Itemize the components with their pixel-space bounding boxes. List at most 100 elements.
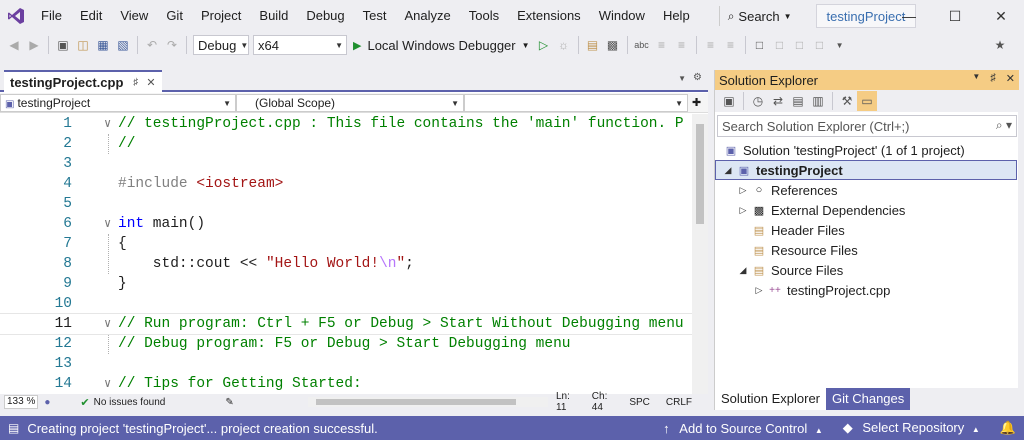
search-button[interactable]: ⌕ Search ▼: [711, 4, 800, 28]
pin-icon[interactable]: ♯: [133, 77, 138, 88]
close-icon[interactable]: ✕: [1006, 72, 1015, 85]
menu-test[interactable]: Test: [354, 0, 396, 32]
code-line[interactable]: 4 #include <iostream>: [0, 174, 692, 194]
menu-project[interactable]: Project: [192, 0, 250, 32]
redo-icon[interactable]: ↷: [162, 35, 182, 55]
code-line[interactable]: 14 ∨ // Tips for Getting Started:: [0, 374, 692, 394]
live-share-icon[interactable]: ★: [990, 35, 1010, 55]
menu-edit[interactable]: Edit: [71, 0, 111, 32]
tab-git-changes[interactable]: Git Changes: [826, 388, 911, 410]
collapse-all-icon[interactable]: ▤: [788, 91, 808, 111]
line-ending[interactable]: CRLF: [666, 397, 692, 408]
copilot-icon[interactable]: ●: [44, 397, 50, 408]
undo-icon[interactable]: ↶: [142, 35, 162, 55]
spellcheck-icon[interactable]: abc: [632, 35, 652, 55]
code-line[interactable]: 1 ∨ // testingProject.cpp : This file cont…: [0, 114, 692, 134]
zoom-level[interactable]: 133 %: [4, 395, 39, 409]
forward-icon[interactable]: ▶: [24, 35, 44, 55]
save-icon[interactable]: ▦: [93, 35, 113, 55]
prev-bookmark-icon[interactable]: □: [770, 35, 790, 55]
save-all-icon[interactable]: ▧: [113, 35, 133, 55]
notifications-icon[interactable]: 🔔: [1000, 420, 1016, 436]
menu-file[interactable]: File: [32, 0, 71, 32]
tree-item-solution[interactable]: ▣ Solution 'testingProject' (1 of 1 proj…: [715, 140, 1017, 160]
sync-icon[interactable]: ⇄: [768, 91, 788, 111]
project-select[interactable]: ▣ testingProject ▼: [0, 94, 236, 112]
code-line[interactable]: 8 std::cout << "Hello World!\n";: [0, 254, 692, 274]
tree-item-source-files[interactable]: ◢ ▤ Source Files: [715, 260, 1017, 280]
start-without-debugging-icon[interactable]: ▷: [534, 35, 554, 55]
menu-build[interactable]: Build: [250, 0, 297, 32]
switch-views-icon[interactable]: ▣: [719, 91, 739, 111]
issues-label[interactable]: No issues found: [94, 397, 166, 408]
code-line[interactable]: 7{: [0, 234, 692, 254]
select-repository-button[interactable]: ◆ Select Repository ▲: [843, 420, 980, 436]
expanded-icon[interactable]: ◢: [737, 265, 749, 276]
gear-icon[interactable]: ⚙: [693, 72, 702, 83]
clear-bookmarks-icon[interactable]: □: [810, 35, 830, 55]
properties-icon[interactable]: ⚒: [837, 91, 857, 111]
scrollbar-thumb[interactable]: [696, 124, 704, 224]
chevron-down-icon[interactable]: ▼: [678, 74, 686, 83]
scrollbar-thumb[interactable]: [316, 399, 516, 405]
menu-debug[interactable]: Debug: [297, 0, 353, 32]
add-to-source-control-button[interactable]: ↑ Add to Source Control ▲: [663, 421, 823, 436]
layout-icon[interactable]: ▩: [603, 35, 623, 55]
code-line[interactable]: 13: [0, 354, 692, 374]
outdent-icon[interactable]: ≡: [721, 35, 741, 55]
minimize-button[interactable]: —: [886, 0, 932, 32]
solution-search-input[interactable]: Search Solution Explorer (Ctrl+;) ⌕ ▾: [717, 115, 1017, 137]
collapsed-icon[interactable]: ▷: [753, 285, 765, 296]
tree-item-project[interactable]: ◢ ▣ testingProject: [715, 160, 1017, 180]
new-project-icon[interactable]: ▣: [53, 35, 73, 55]
output-icon[interactable]: ▤: [8, 421, 19, 435]
code-line[interactable]: 11 ∨ // Run program: Ctrl + F5 or Debug > …: [0, 313, 692, 335]
scope-select[interactable]: (Global Scope) ▼: [236, 94, 464, 112]
show-all-files-icon[interactable]: ▥: [808, 91, 828, 111]
pin-icon[interactable]: ♯: [990, 72, 996, 85]
toolbar-options-icon[interactable]: ▼: [830, 35, 850, 55]
indent-mode[interactable]: SPC: [629, 397, 650, 408]
fold-icon[interactable]: ∨: [104, 314, 111, 334]
line-number[interactable]: Ln: 11: [556, 391, 576, 413]
close-button[interactable]: ✕: [978, 0, 1024, 32]
browse-icon[interactable]: ▤: [583, 35, 603, 55]
column-number[interactable]: Ch: 44: [592, 391, 614, 413]
uncomment-icon[interactable]: ≡: [672, 35, 692, 55]
split-icon[interactable]: ✚: [692, 93, 701, 112]
next-bookmark-icon[interactable]: □: [790, 35, 810, 55]
preview-icon[interactable]: ▭: [857, 91, 877, 111]
fold-icon[interactable]: ∨: [104, 114, 111, 134]
brush-icon[interactable]: ✎: [225, 397, 233, 408]
pending-changes-icon[interactable]: ◷: [748, 91, 768, 111]
code-text-area[interactable]: 1 ∨ // testingProject.cpp : This file cont…: [0, 114, 692, 394]
menu-view[interactable]: View: [111, 0, 157, 32]
code-line[interactable]: 5: [0, 194, 692, 214]
tree-item-testingproject-cpp[interactable]: ▷ ++ testingProject.cpp: [715, 280, 1017, 300]
code-line[interactable]: 12 // Debug program: F5 or Debug > Start …: [0, 334, 692, 354]
platform-select[interactable]: x64 ▼: [253, 35, 347, 55]
expanded-icon[interactable]: ◢: [722, 165, 734, 176]
fold-icon[interactable]: ∨: [104, 214, 111, 234]
bookmark-icon[interactable]: □: [750, 35, 770, 55]
configuration-select[interactable]: Debug ▼: [193, 35, 249, 55]
visual-studio-logo-icon[interactable]: [0, 0, 32, 32]
menu-git[interactable]: Git: [157, 0, 192, 32]
code-line[interactable]: 6 ∨ int main(): [0, 214, 692, 234]
fold-icon[interactable]: ∨: [104, 374, 111, 394]
chevron-down-icon[interactable]: ▼: [972, 72, 980, 85]
menu-analyze[interactable]: Analyze: [395, 0, 459, 32]
member-select[interactable]: ▼: [464, 94, 688, 112]
menu-window[interactable]: Window: [590, 0, 654, 32]
vertical-scrollbar[interactable]: [692, 114, 708, 394]
menu-extensions[interactable]: Extensions: [508, 0, 590, 32]
open-folder-icon[interactable]: ◫: [73, 35, 93, 55]
comment-icon[interactable]: ≡: [652, 35, 672, 55]
back-icon[interactable]: ◀: [4, 35, 24, 55]
tree-item-header-files[interactable]: ▤ Header Files: [715, 220, 1017, 240]
horizontal-scrollbar[interactable]: [308, 397, 548, 407]
tab-solution-explorer[interactable]: Solution Explorer: [715, 388, 826, 410]
code-line[interactable]: 9}: [0, 274, 692, 294]
tree-item-resource-files[interactable]: ▤ Resource Files: [715, 240, 1017, 260]
code-line[interactable]: 2 //: [0, 134, 692, 154]
